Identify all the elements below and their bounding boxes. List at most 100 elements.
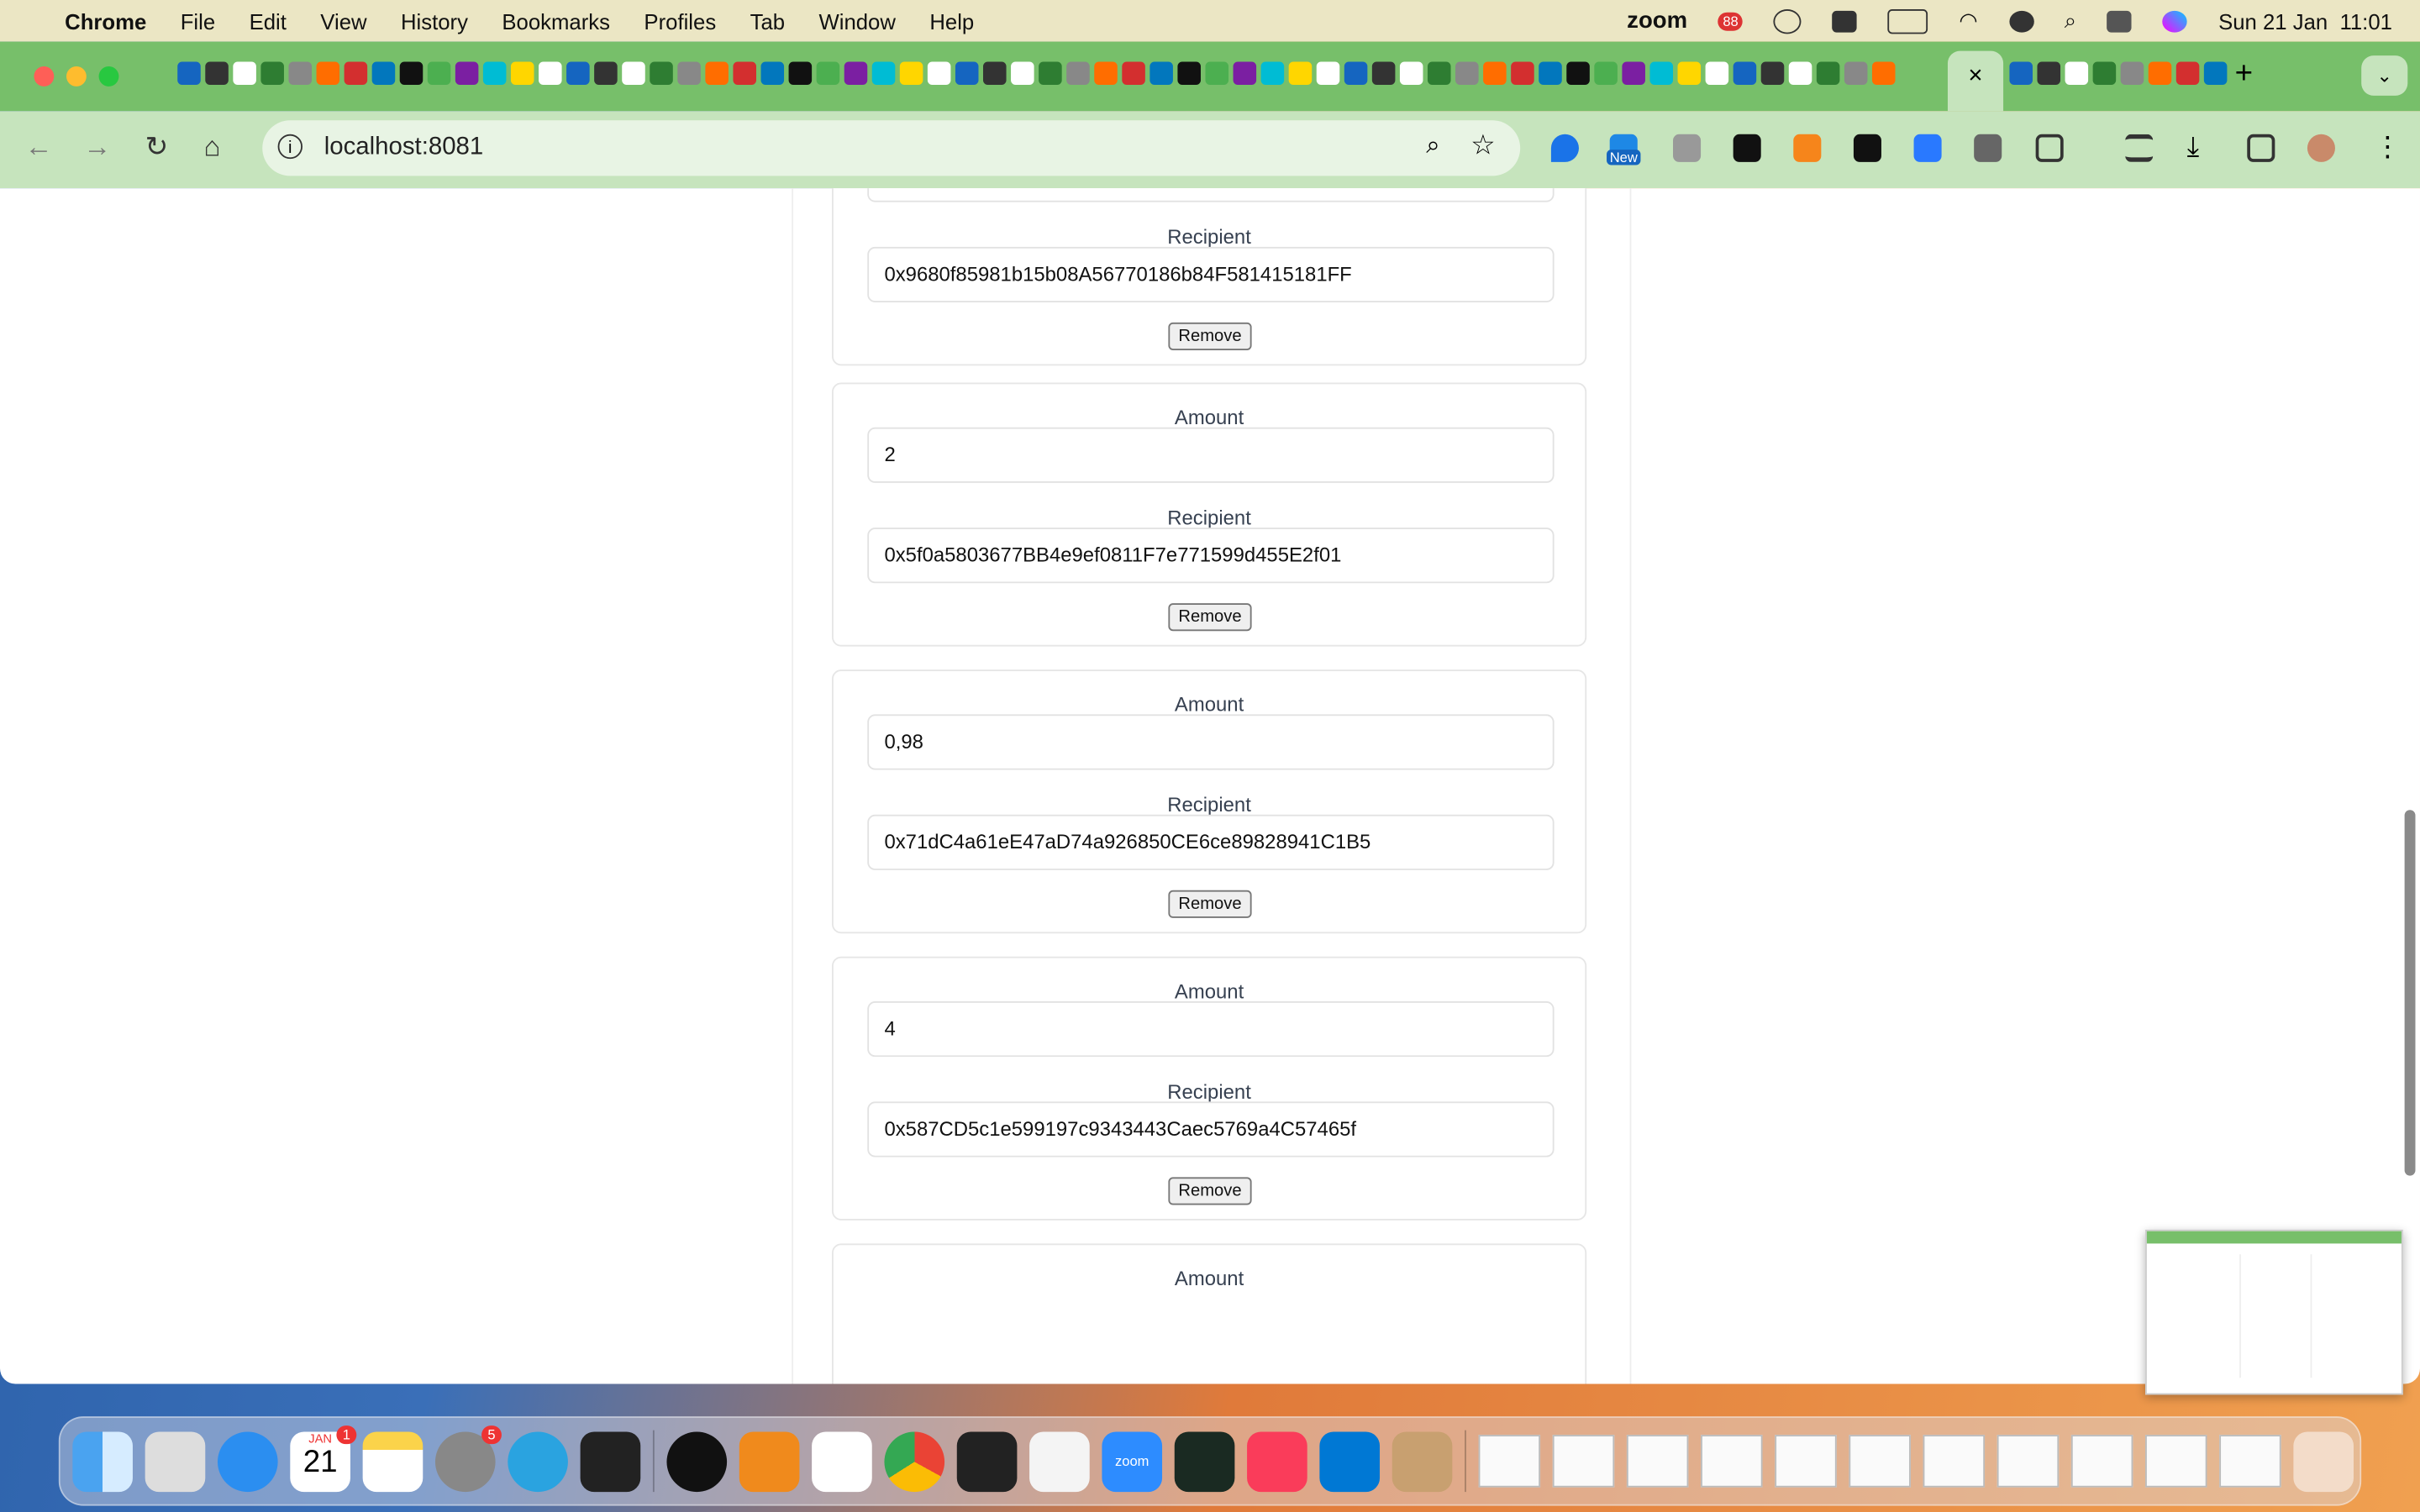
launchpad-icon[interactable] [145, 1431, 206, 1492]
new-tab-button[interactable]: + [2235, 57, 2253, 92]
tab-favicon[interactable] [233, 61, 256, 86]
tab-favicon[interactable] [344, 61, 368, 86]
tab-favicon[interactable] [1760, 61, 1785, 86]
notes-icon[interactable] [362, 1431, 424, 1492]
tab-favicon[interactable] [288, 61, 313, 86]
home-button[interactable]: ⌂ [203, 131, 220, 164]
address-bar[interactable]: i localhost:8081 ⌕ ☆ [262, 120, 1521, 176]
media-icon[interactable] [2125, 134, 2154, 162]
recipient-input[interactable]: 0x587CD5c1e599197c9343443Caec5769a4C5746… [867, 1101, 1555, 1158]
system-settings-icon[interactable]: 5 [434, 1425, 502, 1492]
tab-favicon[interactable] [871, 61, 896, 86]
tab-search-button[interactable]: ⌄ [2361, 55, 2408, 96]
tab-favicon[interactable] [482, 61, 507, 86]
menu-history[interactable]: History [401, 8, 468, 33]
vscode-icon[interactable] [1319, 1431, 1381, 1492]
drawio-icon[interactable] [739, 1431, 800, 1492]
tab-favicon[interactable] [566, 61, 590, 86]
bookmark-star-icon[interactable]: ☆ [1470, 129, 1496, 162]
menu-tab[interactable]: Tab [750, 8, 785, 33]
tab-favicon[interactable] [1483, 61, 1507, 86]
tab-favicon[interactable] [1233, 61, 1257, 86]
recent-document-icon[interactable] [1478, 1435, 1541, 1488]
tab-favicon[interactable] [622, 61, 645, 86]
tab-favicon[interactable] [788, 61, 813, 86]
tab-favicon[interactable] [2037, 61, 2061, 86]
metamask-icon[interactable] [1793, 134, 1822, 162]
recent-document-icon[interactable] [1626, 1435, 1689, 1488]
tab-favicon[interactable] [1844, 61, 1868, 86]
menu-edit[interactable]: Edit [250, 8, 287, 33]
recent-document-icon[interactable] [2070, 1435, 2133, 1488]
zoom-app-icon[interactable]: zoom [1102, 1431, 1163, 1492]
tab-favicon[interactable] [1011, 61, 1034, 86]
tab-favicon[interactable] [844, 61, 868, 86]
tab-favicon[interactable] [2009, 61, 2033, 86]
menu-bookmarks[interactable]: Bookmarks [502, 8, 610, 33]
finder-icon[interactable] [72, 1431, 133, 1492]
keyboard-a-icon[interactable] [1832, 9, 1858, 32]
trash-icon[interactable] [2293, 1431, 2354, 1492]
tab-favicon[interactable] [982, 61, 1007, 86]
tab-favicon[interactable] [1205, 61, 1229, 86]
tab-favicon[interactable] [816, 61, 840, 86]
tab-favicon[interactable] [927, 61, 951, 86]
tab-favicon[interactable] [1094, 61, 1118, 86]
tab-favicon[interactable] [399, 61, 424, 86]
extension-new-icon[interactable]: New [1607, 134, 1641, 165]
tab-favicon[interactable] [1788, 61, 1812, 86]
tab-favicon[interactable] [1288, 61, 1313, 86]
more-menu-icon[interactable]: ⋮ [2374, 133, 2402, 162]
tab-favicon[interactable] [1316, 61, 1340, 86]
tab-favicon[interactable] [1122, 61, 1145, 86]
tab-favicon[interactable] [316, 61, 340, 86]
tab-favicon[interactable] [677, 61, 701, 86]
remove-button[interactable]: Remove [1168, 603, 1252, 632]
screenshot-thumbnail[interactable] [2145, 1229, 2403, 1395]
tab-favicon[interactable] [955, 61, 979, 86]
archive-utility-icon[interactable] [1392, 1431, 1453, 1492]
download-icon[interactable]: ⤓ [2187, 133, 2215, 162]
tab-favicon[interactable] [2120, 61, 2144, 86]
avatar[interactable] [2307, 134, 2335, 162]
recent-document-icon[interactable] [1775, 1435, 1837, 1488]
url-text[interactable]: localhost:8081 [324, 134, 484, 162]
control-center-icon[interactable] [2107, 9, 2133, 32]
amount-input[interactable]: 3 [867, 188, 1555, 202]
scrollbar[interactable] [2404, 810, 2416, 1176]
reload-button[interactable]: ↻ [145, 131, 169, 164]
forward-button[interactable]: → [83, 131, 111, 164]
recipient-input[interactable]: 0x71dC4a61eE47aD74a926850CE6ce89828941C1… [867, 814, 1555, 870]
close-tab-icon[interactable]: × [1968, 63, 1982, 89]
tab-favicon[interactable] [2092, 61, 2117, 86]
tab-favicon[interactable] [1539, 61, 1562, 86]
textedit-icon[interactable] [1029, 1431, 1090, 1492]
tab-favicon[interactable] [1566, 61, 1590, 86]
tab-favicon[interactable] [1649, 61, 1674, 86]
extension-icon[interactable] [1550, 134, 1579, 162]
tab-favicon[interactable] [510, 61, 534, 86]
tab-favicon[interactable] [733, 61, 756, 86]
recipient-input[interactable]: 0x5f0a5803677BB4e9ef0811F7e771599d455E2f… [867, 528, 1555, 584]
battery-icon[interactable] [1887, 8, 1928, 34]
menu-view[interactable]: View [320, 8, 366, 33]
amount-input[interactable]: 2 [867, 427, 1555, 483]
search-icon[interactable]: ⌕ [2065, 8, 2076, 34]
recent-document-icon[interactable] [1923, 1435, 1986, 1488]
tab-favicon[interactable] [371, 61, 396, 86]
terminal-icon[interactable] [956, 1431, 1018, 1492]
tab-favicon[interactable] [1177, 61, 1201, 86]
tab-favicon[interactable] [2065, 61, 2089, 86]
tab-favicon[interactable] [1622, 61, 1645, 86]
calendar-icon[interactable]: JAN 21 1 [290, 1425, 357, 1492]
recent-document-icon[interactable] [2145, 1435, 2207, 1488]
status-badge[interactable]: 88 [1718, 11, 1744, 30]
site-info-icon[interactable]: i [277, 134, 302, 160]
tab-favicon[interactable] [455, 61, 479, 86]
tab-favicon[interactable] [1677, 61, 1702, 86]
tab-favicon[interactable] [760, 61, 785, 86]
recent-document-icon[interactable] [2219, 1435, 2281, 1488]
tab-favicon[interactable] [2148, 61, 2172, 86]
tab-favicon[interactable] [1150, 61, 1173, 86]
tab-favicon[interactable] [705, 61, 729, 86]
